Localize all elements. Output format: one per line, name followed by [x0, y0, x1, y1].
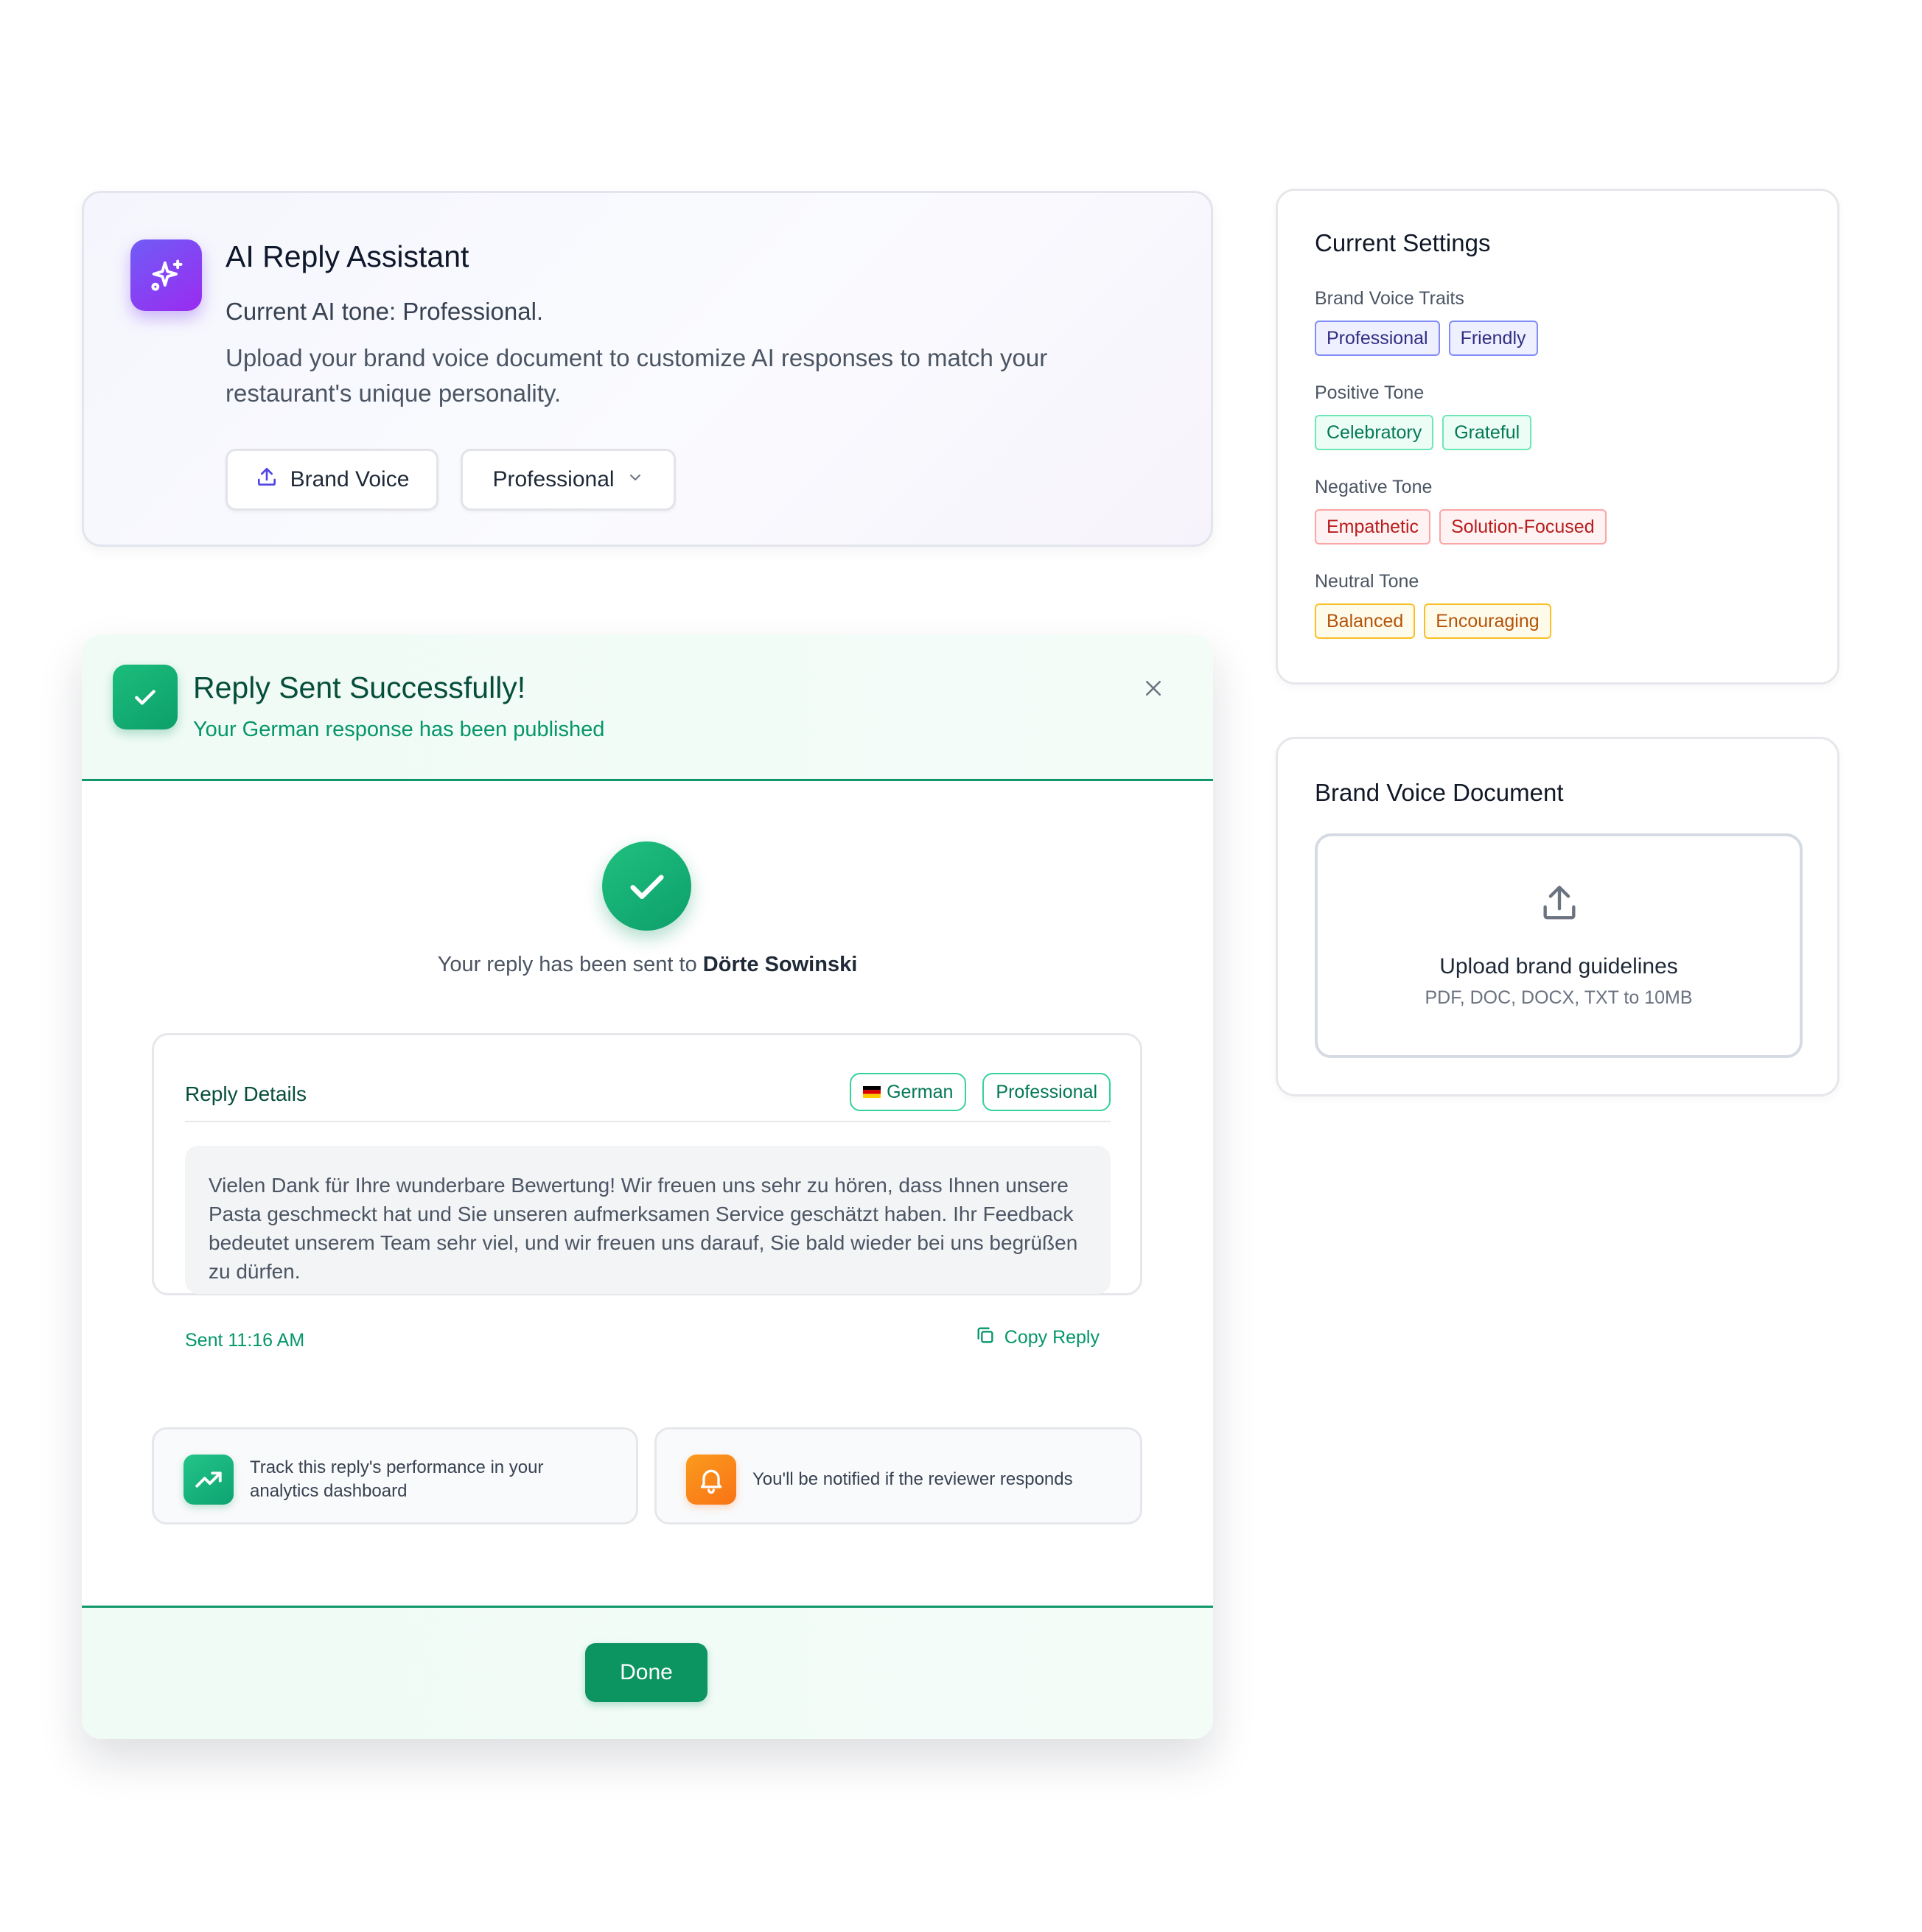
negative-chip: Solution-Focused [1439, 509, 1607, 545]
brand-voice-traits-chips: Professional Friendly [1315, 321, 1538, 356]
upload-hint: PDF, DOC, DOCX, TXT to 10MB [1425, 987, 1693, 1008]
upload-icon [255, 465, 279, 494]
german-flag-icon [863, 1082, 881, 1103]
modal-subtitle: Your German response has been published [193, 718, 605, 741]
tone-select[interactable]: Professional [461, 449, 676, 511]
language-badge: German [850, 1073, 967, 1111]
tone-select-value: Professional [492, 467, 615, 491]
reply-details-title: Reply Details [185, 1082, 307, 1105]
ai-assistant-card: AI Reply Assistant Current AI tone: Prof… [82, 191, 1213, 547]
neutral-chip: Balanced [1315, 603, 1416, 639]
analytics-info-card: Track this reply's performance in your a… [152, 1427, 638, 1525]
trending-up-icon [184, 1455, 234, 1505]
brand-voice-label: Brand Voice [290, 467, 410, 491]
success-check-icon [602, 841, 691, 931]
brand-voice-document-card: Brand Voice Document Upload brand guidel… [1276, 737, 1839, 1096]
assistant-title: AI Reply Assistant [226, 239, 469, 273]
current-settings-card: Current Settings Brand Voice Traits Prof… [1276, 189, 1839, 685]
sent-time: Sent 11:16 AM [185, 1330, 305, 1351]
upload-icon [1538, 882, 1581, 928]
neutral-tone-label: Neutral Tone [1315, 571, 1419, 592]
current-tone-text: Current AI tone: Professional. [226, 298, 544, 325]
details-divider [185, 1121, 1111, 1122]
positive-tone-label: Positive Tone [1315, 382, 1425, 403]
trait-chip: Friendly [1448, 321, 1538, 356]
sent-confirmation: Your reply has been sent to Dörte Sowins… [82, 953, 1213, 977]
copy-reply-label: Copy Reply [1004, 1327, 1100, 1348]
negative-tone-label: Negative Tone [1315, 477, 1433, 497]
reply-badges: German Professional [850, 1073, 1111, 1111]
modal-title: Reply Sent Successfully! [193, 671, 526, 704]
copy-reply-button[interactable]: Copy Reply [975, 1325, 1100, 1351]
positive-chip: Grateful [1442, 415, 1532, 450]
reply-sent-modal: Reply Sent Successfully! Your German res… [82, 635, 1213, 1739]
chevron-down-icon [626, 467, 644, 492]
positive-chip: Celebratory [1315, 415, 1434, 450]
notify-info-card: You'll be notified if the reviewer respo… [654, 1427, 1142, 1525]
reply-text: Vielen Dank für Ihre wunderbare Bewertun… [185, 1146, 1111, 1294]
modal-header: Reply Sent Successfully! Your German res… [82, 635, 1213, 781]
language-badge-label: German [887, 1081, 954, 1102]
sent-prefix: Your reply has been sent to [437, 953, 703, 976]
close-icon[interactable] [1140, 675, 1167, 701]
notify-info-text: You'll be notified if the reviewer respo… [752, 1469, 1073, 1489]
modal-footer: Done [82, 1606, 1213, 1739]
recipient-name: Dörte Sowinski [702, 953, 858, 976]
upload-title: Upload brand guidelines [1439, 954, 1678, 979]
done-button[interactable]: Done [585, 1643, 707, 1702]
analytics-info-text: Track this reply's performance in your a… [250, 1457, 544, 1501]
upload-dropzone[interactable]: Upload brand guidelines PDF, DOC, DOCX, … [1315, 833, 1803, 1058]
tone-badge: Professional [982, 1073, 1111, 1111]
settings-title: Current Settings [1315, 229, 1491, 256]
neutral-chip: Encouraging [1424, 603, 1551, 639]
sparkles-icon [130, 239, 202, 311]
document-title: Brand Voice Document [1315, 779, 1564, 806]
brand-voice-traits-label: Brand Voice Traits [1315, 288, 1464, 309]
neutral-tone-chips: Balanced Encouraging [1315, 603, 1551, 639]
positive-tone-chips: Celebratory Grateful [1315, 415, 1532, 450]
assistant-description: Upload your brand voice document to cust… [226, 344, 1048, 407]
brand-voice-button[interactable]: Brand Voice [226, 449, 438, 511]
reply-details-card: Reply Details German Professional Vielen… [152, 1033, 1142, 1351]
negative-chip: Empathetic [1315, 509, 1431, 545]
trait-chip: Professional [1315, 321, 1440, 356]
negative-tone-chips: Empathetic Solution-Focused [1315, 509, 1607, 545]
check-icon [113, 665, 178, 729]
bell-icon [686, 1455, 736, 1505]
copy-icon [975, 1325, 996, 1351]
